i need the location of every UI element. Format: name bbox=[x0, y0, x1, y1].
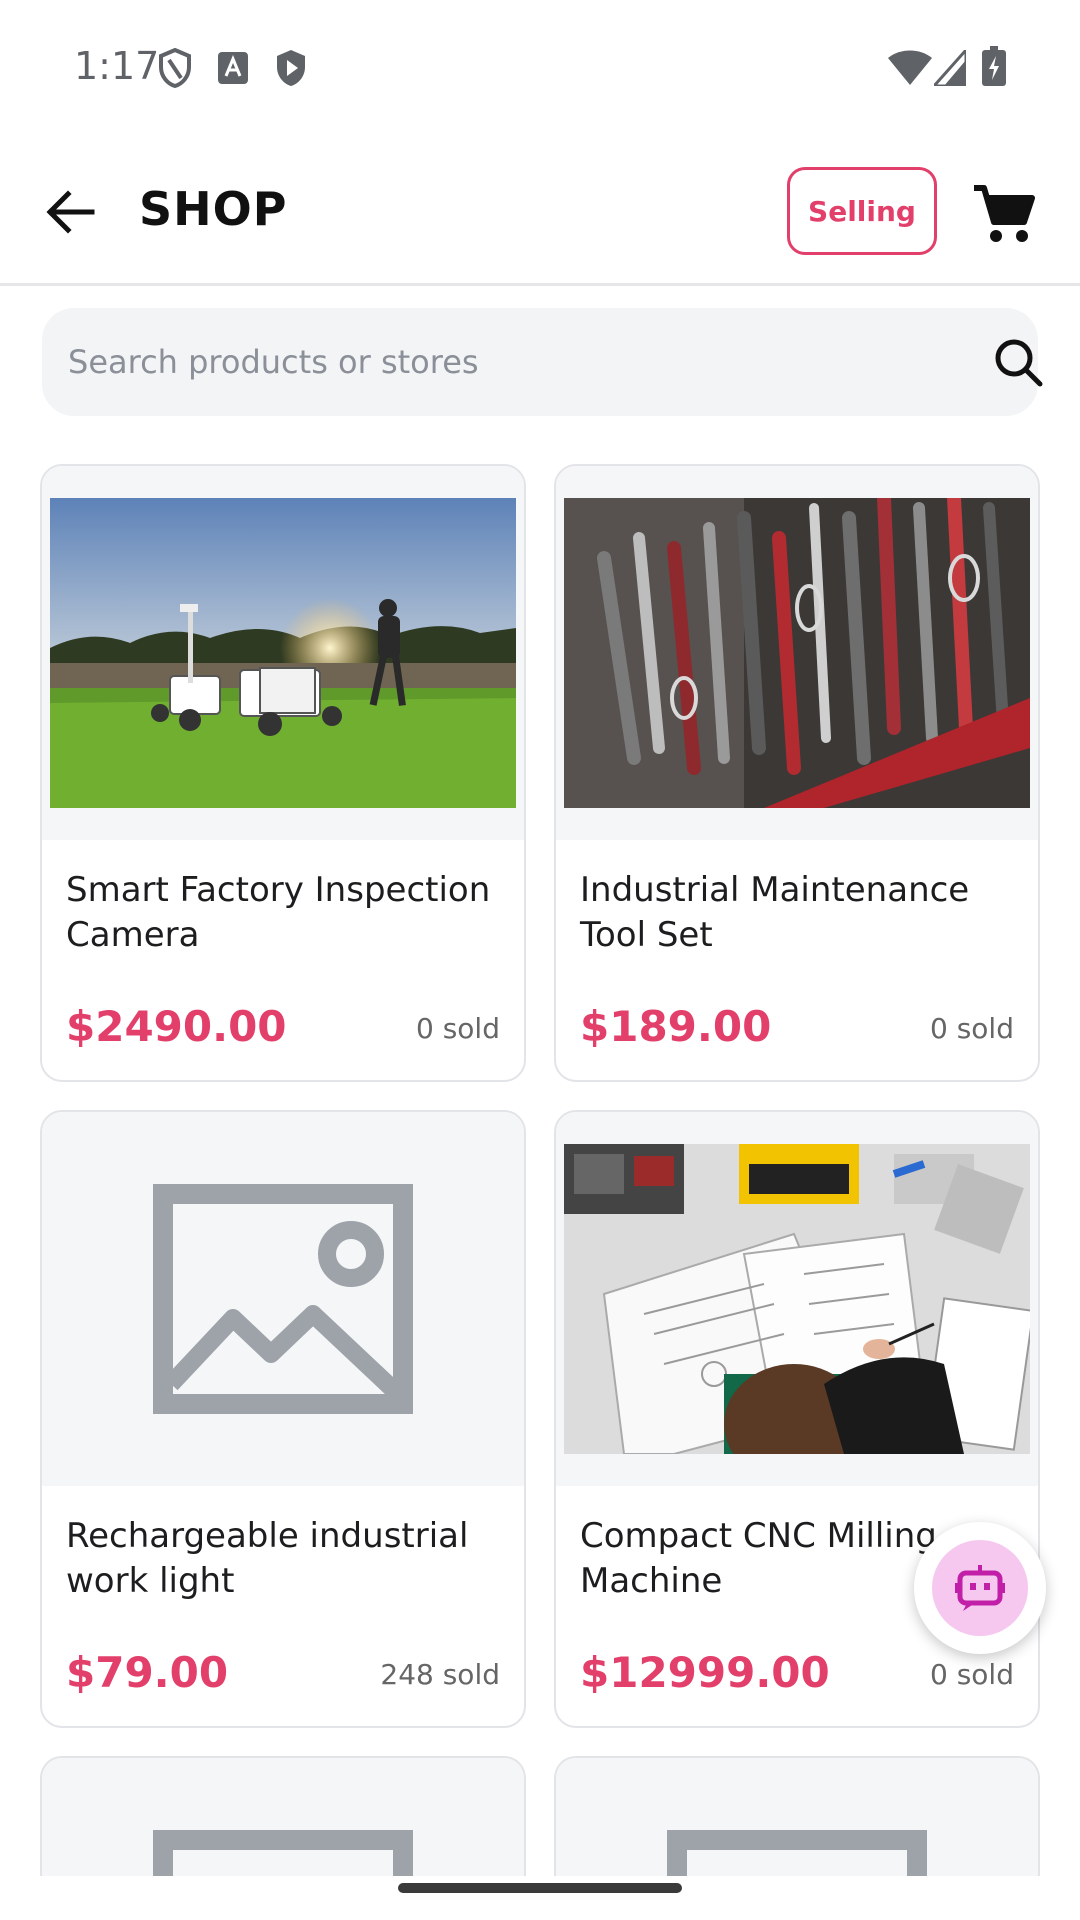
fab-inner bbox=[932, 1540, 1028, 1636]
product-image-area bbox=[42, 1758, 524, 1876]
app-header: SHOP Selling bbox=[0, 140, 1080, 286]
product-sold-count: 248 sold bbox=[380, 1658, 500, 1691]
shield-play-icon bbox=[277, 50, 305, 86]
shopping-cart-icon[interactable] bbox=[972, 184, 1036, 244]
product-card-partial[interactable] bbox=[40, 1756, 526, 1876]
product-image-area bbox=[42, 466, 524, 840]
product-price: $79.00 bbox=[66, 1648, 229, 1697]
product-sold-count: 0 sold bbox=[416, 1012, 500, 1045]
product-name: Industrial Maintenance Tool Set bbox=[580, 870, 970, 955]
page-title: SHOP bbox=[139, 182, 288, 236]
search-icon[interactable] bbox=[992, 336, 1044, 388]
product-card[interactable]: Smart Factory Inspection Camera $2490.00… bbox=[40, 464, 526, 1082]
product-price: $189.00 bbox=[580, 1002, 772, 1051]
product-price: $2490.00 bbox=[66, 1002, 287, 1051]
cellular-signal-icon bbox=[934, 50, 966, 86]
field-robot-photo bbox=[50, 498, 516, 808]
product-sold-count: 0 sold bbox=[930, 1658, 1014, 1691]
assistant-fab[interactable] bbox=[914, 1522, 1046, 1654]
product-price: $12999.00 bbox=[580, 1648, 830, 1697]
product-image-area bbox=[556, 1758, 1038, 1876]
placeholder-image-icon bbox=[667, 1830, 927, 1876]
product-card[interactable]: Rechargeable industrial work light $79.0… bbox=[40, 1110, 526, 1728]
status-bar: 1:17 bbox=[0, 0, 1080, 130]
product-image-area bbox=[556, 466, 1038, 840]
product-sold-count: 0 sold bbox=[930, 1012, 1014, 1045]
robot-assistant-icon bbox=[955, 1565, 1005, 1611]
status-time: 1:17 bbox=[74, 44, 160, 88]
product-card-partial[interactable] bbox=[554, 1756, 1040, 1876]
placeholder-image-icon bbox=[153, 1184, 413, 1414]
product-card[interactable]: Industrial Maintenance Tool Set $189.00 … bbox=[554, 464, 1040, 1082]
wifi-icon bbox=[888, 50, 932, 85]
keyboard-a-icon bbox=[218, 52, 248, 84]
home-indicator[interactable] bbox=[398, 1883, 682, 1893]
product-name: Smart Factory Inspection Camera bbox=[66, 870, 491, 955]
product-image-area bbox=[42, 1112, 524, 1486]
battery-charging-icon bbox=[982, 46, 1006, 86]
vpn-key-icon bbox=[159, 48, 191, 88]
search-input[interactable] bbox=[68, 330, 948, 394]
placeholder-image-icon bbox=[153, 1830, 413, 1876]
pliers-rack-photo bbox=[564, 498, 1030, 808]
product-image-area bbox=[556, 1112, 1038, 1486]
engineer-drafting-photo bbox=[564, 1144, 1030, 1454]
arrow-back-icon[interactable] bbox=[40, 182, 100, 242]
selling-button[interactable]: Selling bbox=[787, 167, 937, 255]
shop-screen: 1:17 SHOP Selling Search products or sto… bbox=[0, 0, 1080, 1920]
search-bar bbox=[42, 308, 1043, 416]
product-name: Rechargeable industrial work light bbox=[66, 1516, 469, 1601]
